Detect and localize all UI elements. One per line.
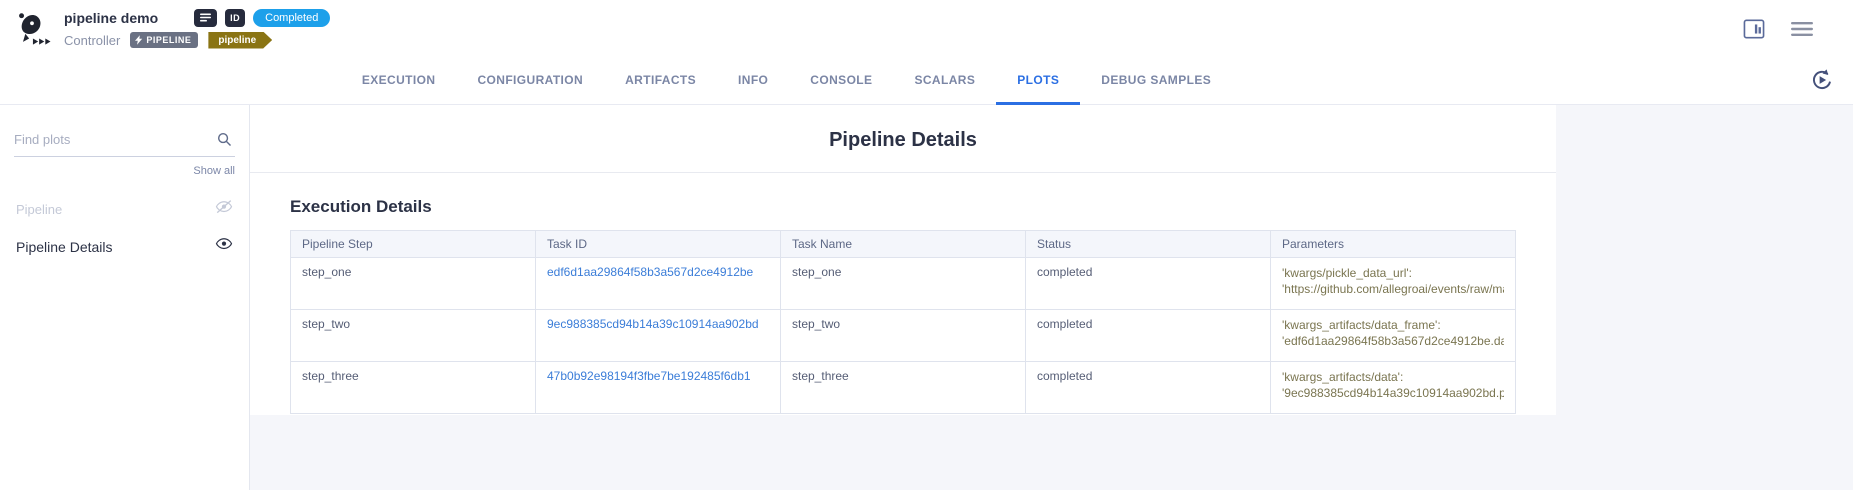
pipeline-name-tag: pipeline [208,32,272,49]
task-id-link[interactable]: 47b0b92e98194f3fbe7be192485f6db1 [547,369,751,383]
cell-parameters: 'kwargs_artifacts/data': '9ec988385cd94b… [1271,362,1516,414]
execution-details-title: Execution Details [290,197,1516,217]
param-line: 'kwargs_artifacts/data': [1282,369,1504,385]
controller-label: Controller [64,33,120,48]
title-badges: ID Completed [194,9,330,27]
tab-scalars[interactable]: SCALARS [893,57,996,105]
pipeline-details-card: Pipeline Details Execution Details Pipel… [250,105,1556,415]
eye-glyph [215,237,233,251]
param-line: '9ec988385cd94b14a39c10914aa902bd.proces… [1282,385,1504,401]
cell-status: completed [1026,310,1271,362]
table-row: step_one edf6d1aa29864f58b3a567d2ce4912b… [291,258,1516,310]
cell-parameters: 'kwargs_artifacts/data_frame': 'edf6d1aa… [1271,310,1516,362]
cell-status: completed [1026,258,1271,310]
search-input[interactable] [14,132,211,147]
col-parameters: Parameters [1271,231,1516,258]
search-box [14,131,235,157]
details-panel-icon[interactable] [1743,19,1765,39]
description-lines-glyph [199,12,212,23]
tab-info[interactable]: INFO [717,57,789,105]
bolt-icon [135,35,143,45]
details-panel-glyph [1743,19,1765,39]
param-line: 'https://github.com/allegroai/events/raw… [1282,281,1504,297]
tabs-wrap: EXECUTION CONFIGURATION ARTIFACTS INFO C… [0,57,1573,104]
col-task-name: Task Name [781,231,1026,258]
content-row: Show all Pipeline Pipeline Details [0,105,1853,490]
table-body: step_one edf6d1aa29864f58b3a567d2ce4912b… [291,258,1516,414]
tab-debug-samples[interactable]: DEBUG SAMPLES [1080,57,1232,105]
logo-glyph [13,10,51,48]
cell-pipeline-step: step_one [291,258,536,310]
table-head: Pipeline Step Task ID Task Name Status P… [291,231,1516,258]
param-line: 'kwargs/pickle_data_url': [1282,265,1504,281]
hamburger-menu-icon[interactable] [1791,21,1813,37]
sidebar-item-pipeline[interactable]: Pipeline [14,191,235,228]
plots-main-area: Pipeline Details Execution Details Pipel… [250,105,1853,490]
show-all-link[interactable]: Show all [14,165,235,177]
cell-task-name: step_two [781,310,1026,362]
cell-task-id: 47b0b92e98194f3fbe7be192485f6db1 [536,362,781,414]
tab-configuration[interactable]: CONFIGURATION [456,57,604,105]
task-id-link[interactable]: 9ec988385cd94b14a39c10914aa902bd [547,317,759,331]
task-id-link[interactable]: edf6d1aa29864f58b3a567d2ce4912be [547,265,753,279]
param-line: 'kwargs_artifacts/data_frame': [1282,317,1504,333]
cell-task-name: step_three [781,362,1026,414]
task-id-icon[interactable]: ID [225,9,245,27]
cell-pipeline-step: step_three [291,362,536,414]
cell-task-id: 9ec988385cd94b14a39c10914aa902bd [536,310,781,362]
tab-plots[interactable]: PLOTS [996,57,1080,105]
sidebar-item-label: Pipeline [16,202,62,217]
status-badge: Completed [253,9,330,27]
magnifier-glyph [216,131,233,148]
pipeline-type-tag-label: PIPELINE [146,35,191,45]
col-pipeline-step: Pipeline Step [291,231,536,258]
plot-title: Pipeline Details [250,105,1556,173]
hamburger-glyph [1791,21,1813,37]
sidebar-item-pipeline-details[interactable]: Pipeline Details [14,228,235,265]
eye-icon[interactable] [215,237,233,256]
tab-execution[interactable]: EXECUTION [341,57,457,105]
title-row: pipeline demo ID Completed [64,9,330,27]
col-status: Status [1026,231,1271,258]
param-line: 'edf6d1aa29864f58b3a567d2ce4912be.data_f… [1282,333,1504,349]
cell-task-name: step_one [781,258,1026,310]
tab-artifacts[interactable]: ARTIFACTS [604,57,717,105]
plots-sidebar: Show all Pipeline Pipeline Details [0,105,250,490]
header-icons [1743,19,1813,39]
execution-details-table: Pipeline Step Task ID Task Name Status P… [290,230,1516,414]
table-row: step_three 47b0b92e98194f3fbe7be192485f6… [291,362,1516,414]
auto-refresh-icon[interactable] [1809,67,1835,98]
plot-card-body: Execution Details Pipeline Step Task ID … [250,173,1556,438]
eye-off-glyph [215,200,233,214]
app-header: pipeline demo ID Completed Controller [0,0,1853,57]
eye-off-icon[interactable] [215,200,233,219]
tab-console[interactable]: CONSOLE [789,57,893,105]
table-row: step_two 9ec988385cd94b14a39c10914aa902b… [291,310,1516,362]
tab-bar: EXECUTION CONFIGURATION ARTIFACTS INFO C… [0,57,1853,105]
pipeline-type-tag: PIPELINE [130,32,198,48]
search-icon[interactable] [216,131,233,153]
cell-task-id: edf6d1aa29864f58b3a567d2ce4912be [536,258,781,310]
subtitle-row: Controller PIPELINE pipeline [64,32,330,49]
clearml-logo-icon[interactable] [10,7,54,51]
cell-pipeline-step: step_two [291,310,536,362]
header-text-block: pipeline demo ID Completed Controller [64,9,330,49]
col-task-id: Task ID [536,231,781,258]
sidebar-item-label: Pipeline Details [16,239,113,255]
cell-status: completed [1026,362,1271,414]
cell-parameters: 'kwargs/pickle_data_url': 'https://githu… [1271,258,1516,310]
experiment-title: pipeline demo [64,10,158,26]
plot-list: Pipeline Pipeline Details [14,191,235,265]
refresh-glyph [1809,67,1835,93]
description-icon[interactable] [194,9,217,27]
table-header-row: Pipeline Step Task ID Task Name Status P… [291,231,1516,258]
